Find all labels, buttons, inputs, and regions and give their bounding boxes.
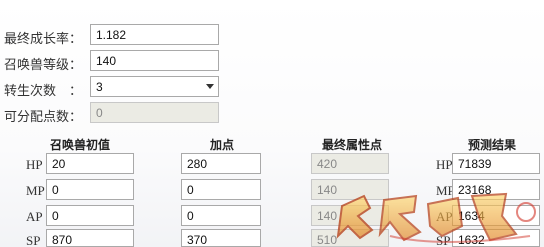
row-label-mp: MP: [26, 183, 45, 198]
initial-mp-input[interactable]: 0: [46, 179, 134, 200]
free-points-label: 可分配点数：: [4, 109, 83, 124]
final-sp-input: 510: [311, 229, 389, 247]
free-points-input: 0: [90, 102, 219, 123]
initial-ap-input[interactable]: 0: [46, 205, 134, 226]
predict-sp-input[interactable]: 1632: [452, 229, 540, 247]
final-ap-input: 140: [311, 205, 389, 226]
initial-hp-input[interactable]: 20: [46, 153, 134, 174]
predict-ap-input[interactable]: 1634: [452, 205, 540, 226]
col-head-initial: 召唤兽初值: [50, 138, 111, 152]
summon-level-label: 召唤兽等级：: [4, 57, 83, 72]
initial-sp-input[interactable]: 870: [46, 229, 134, 247]
rebirth-count-value: 3: [96, 80, 103, 94]
predict-label-sp: SP: [436, 233, 451, 247]
col-head-predict: 预测结果: [468, 138, 517, 152]
predict-mp-input[interactable]: 23168: [452, 179, 540, 200]
row-label-sp: SP: [26, 233, 41, 247]
final-hp-input: 420: [311, 153, 389, 174]
add-mp-input[interactable]: 0: [181, 179, 261, 200]
rebirth-count-select[interactable]: 3: [90, 76, 219, 97]
predict-hp-input[interactable]: 71839: [452, 153, 540, 174]
add-hp-input[interactable]: 280: [181, 153, 261, 174]
predict-label-hp: HP: [436, 157, 453, 172]
dropdown-arrow-icon[interactable]: [206, 84, 214, 89]
add-sp-input[interactable]: 370: [181, 229, 261, 247]
summon-level-input[interactable]: 140: [90, 50, 219, 71]
col-head-add: 加点: [210, 138, 235, 152]
rebirth-count-label: 转生次数 ：: [4, 83, 83, 98]
growth-rate-label: 最终成长率：: [4, 31, 83, 46]
row-label-hp: HP: [26, 157, 43, 172]
col-head-final: 最终属性点: [322, 138, 383, 152]
growth-rate-input[interactable]: 1.182: [90, 24, 219, 45]
row-label-ap: AP: [26, 209, 43, 224]
add-ap-input[interactable]: 0: [181, 205, 261, 226]
final-mp-input: 140: [311, 179, 389, 200]
predict-label-ap: AP: [436, 209, 453, 224]
